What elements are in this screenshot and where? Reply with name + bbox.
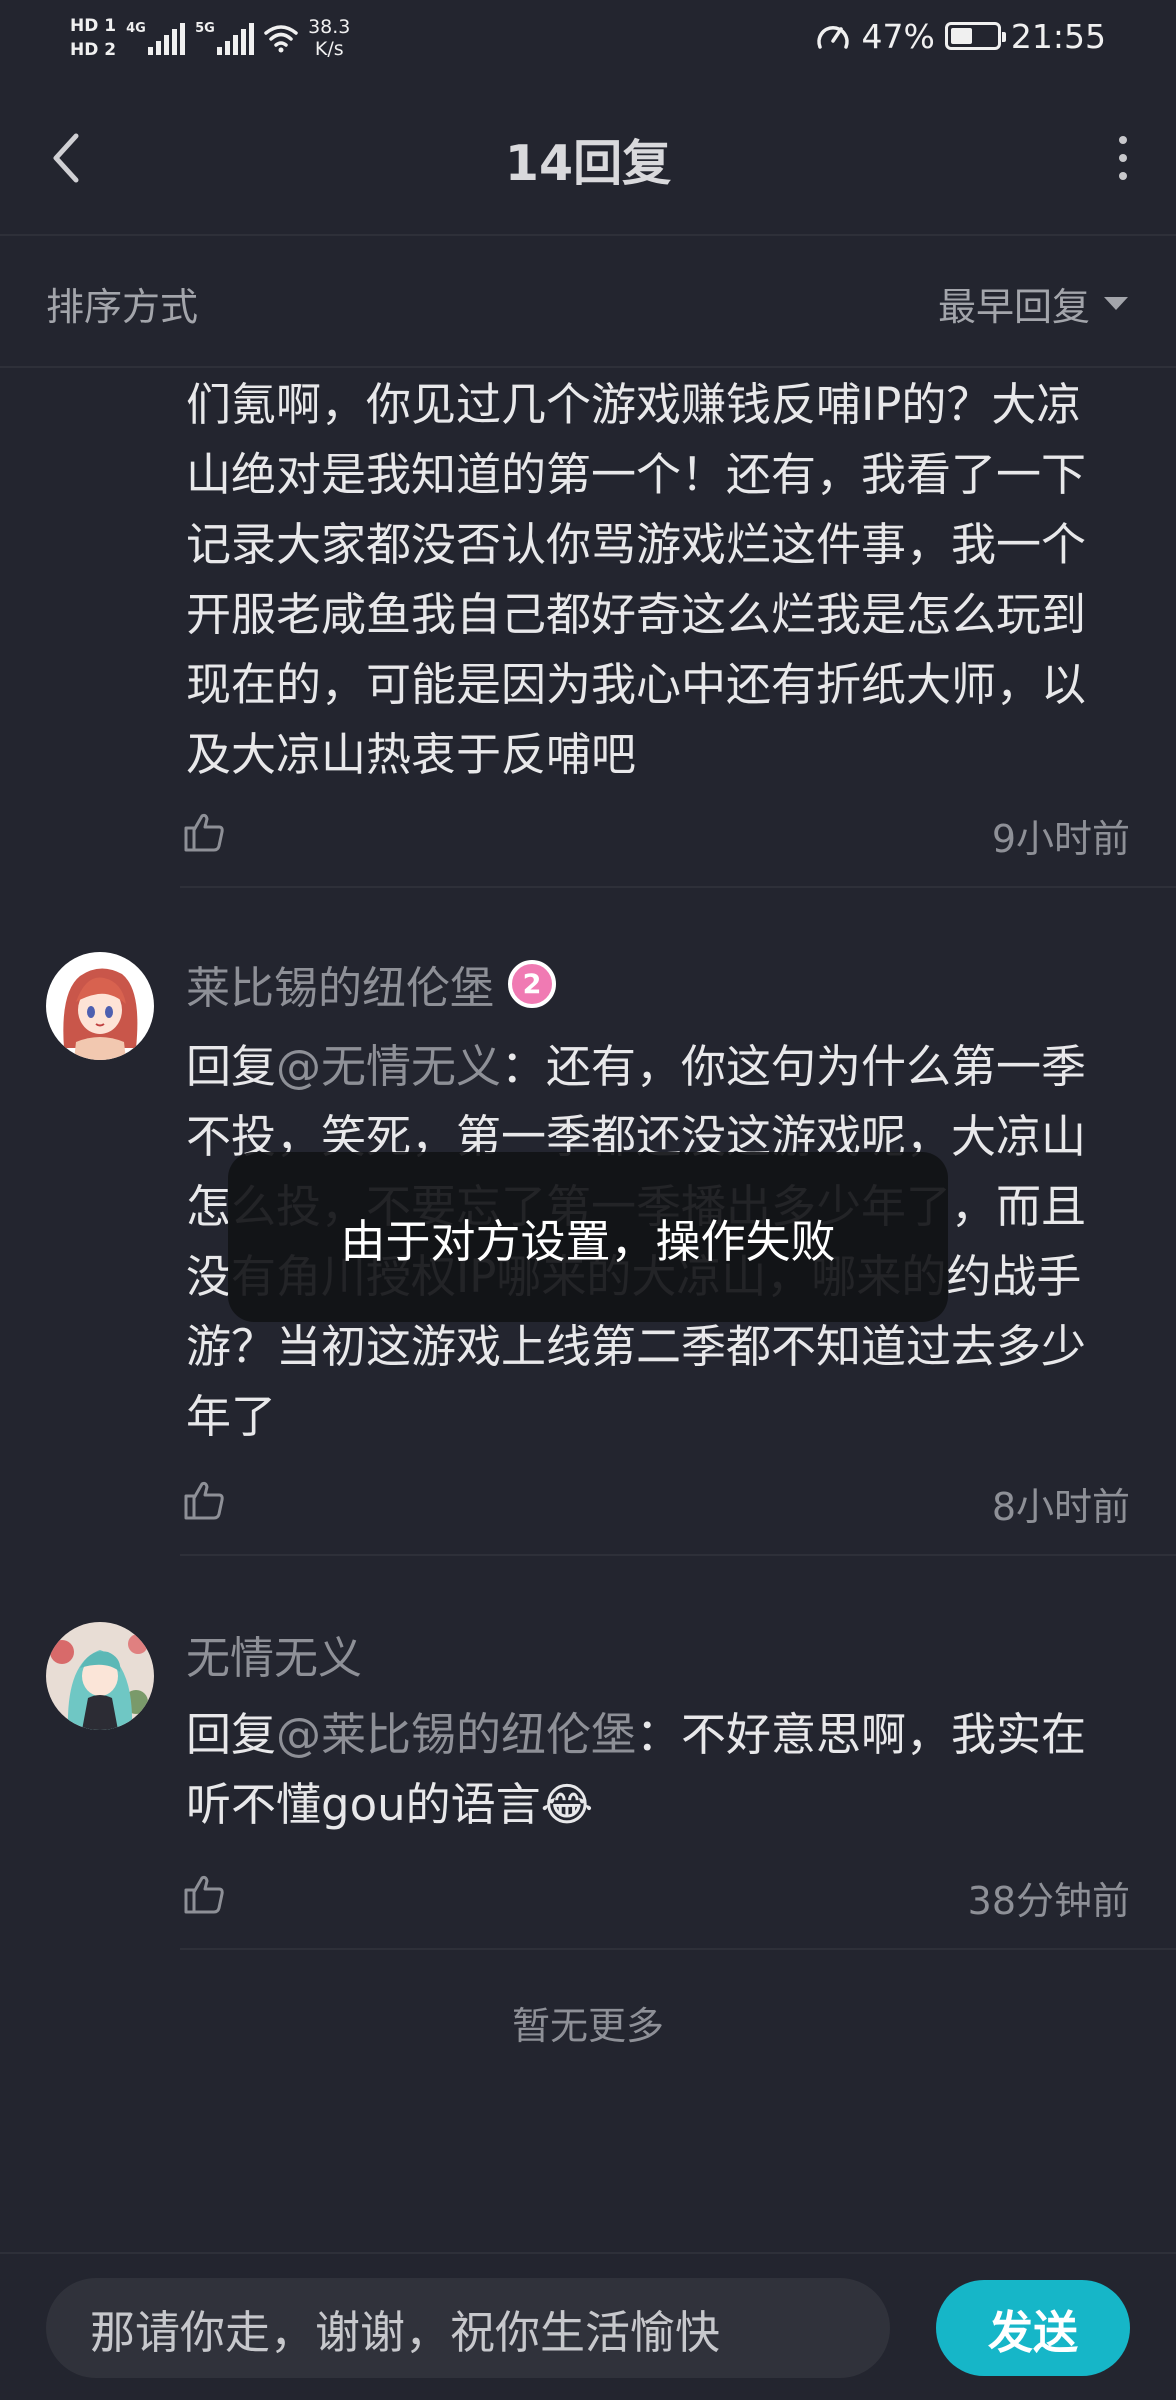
caret-down-icon (1104, 297, 1128, 310)
reply-input[interactable] (46, 2278, 890, 2378)
mention-link[interactable]: @莱比锡的纽伦堡 (276, 1708, 636, 1761)
more-dot-icon (1119, 136, 1127, 144)
network-speed: 38.3 K/s (308, 16, 350, 60)
anime-girl-avatar-icon (46, 952, 154, 1060)
avatar[interactable] (46, 952, 154, 1060)
reply-divider (180, 1554, 1176, 1556)
thumbs-up-icon[interactable] (182, 810, 226, 854)
send-button[interactable]: 发送 (936, 2280, 1130, 2376)
reply-text: 回复@莱比锡的纽伦堡：不好意思啊，我实在听不懂gou的语言😂 (186, 1700, 1106, 1840)
reply-time: 38分钟前 (967, 1879, 1130, 1923)
speedometer-icon (816, 26, 849, 49)
author-name: 莱比锡的纽伦堡 (186, 963, 494, 1014)
reply-divider (180, 1948, 1176, 1950)
sim2-label: HD 2 (70, 40, 117, 60)
mention-link[interactable]: @无情无义 (276, 1040, 501, 1093)
anime-character-avatar-icon (46, 1622, 154, 1730)
more-dot-icon (1119, 172, 1127, 180)
avatar[interactable] (46, 1622, 154, 1730)
battery-icon (944, 22, 1006, 50)
thumbs-up-icon[interactable] (182, 1872, 226, 1916)
title-bar: 14回复 (0, 80, 1176, 236)
no-more-label: 暂无更多 (511, 2004, 664, 2048)
reply-time: 9小时前 (991, 817, 1130, 861)
reply-divider (180, 886, 1176, 888)
status-bar-left: HD 1 HD 2 4G 5G 38.3 K/s (70, 8, 350, 68)
clock: 21:55 (1010, 16, 1106, 56)
battery-percent: 47% (861, 16, 935, 56)
more-options-button[interactable] (1110, 130, 1136, 186)
net2-label: 5G (195, 21, 215, 36)
reply-author[interactable]: 无情无义 (186, 1622, 362, 1686)
laughing-emoji: 😂 (540, 1778, 594, 1831)
toast-message: 由于对方设置，操作失败 (228, 1152, 948, 1322)
wifi-icon (264, 25, 298, 53)
speed-value: 38.3 (308, 16, 351, 38)
battery-fill (950, 28, 972, 44)
sort-bar: 排序方式 最早回复 (0, 238, 1176, 368)
signal-4g-icon: 4G (126, 21, 186, 55)
reply-composer: 发送 (0, 2252, 1176, 2400)
sort-dropdown[interactable]: 最早回复 (938, 276, 1128, 331)
signal-5g-icon: 5G (195, 21, 255, 55)
sort-label: 排序方式 (46, 285, 199, 329)
net1-label: 4G (126, 21, 146, 36)
reply-prefix: 回复 (186, 1708, 277, 1761)
speed-unit: K/s (314, 38, 344, 60)
sim-indicators: HD 1 HD 2 (70, 16, 116, 60)
author-name: 无情无义 (186, 1633, 362, 1684)
reply-prefix: 回复 (186, 1040, 277, 1093)
reply-time: 8小时前 (991, 1485, 1130, 1529)
sort-selected-value: 最早回复 (937, 285, 1090, 329)
thumbs-up-icon[interactable] (182, 1478, 226, 1522)
status-bar: HD 1 HD 2 4G 5G 38.3 K/s 47% 21:55 (0, 0, 1176, 80)
reply-text: 们氪啊，你见过几个游戏赚钱反哺IP的？大凉山绝对是我知道的第一个！还有，我看了一… (186, 378, 1087, 781)
status-bar-right: 47% 21:55 (814, 14, 1106, 58)
page-title: 14回复 (504, 135, 672, 192)
level-badge: 2 (508, 960, 556, 1008)
more-dot-icon (1119, 154, 1127, 162)
reply-author[interactable]: 莱比锡的纽伦堡 2 (186, 952, 556, 1016)
sim1-label: HD 1 (70, 16, 117, 36)
